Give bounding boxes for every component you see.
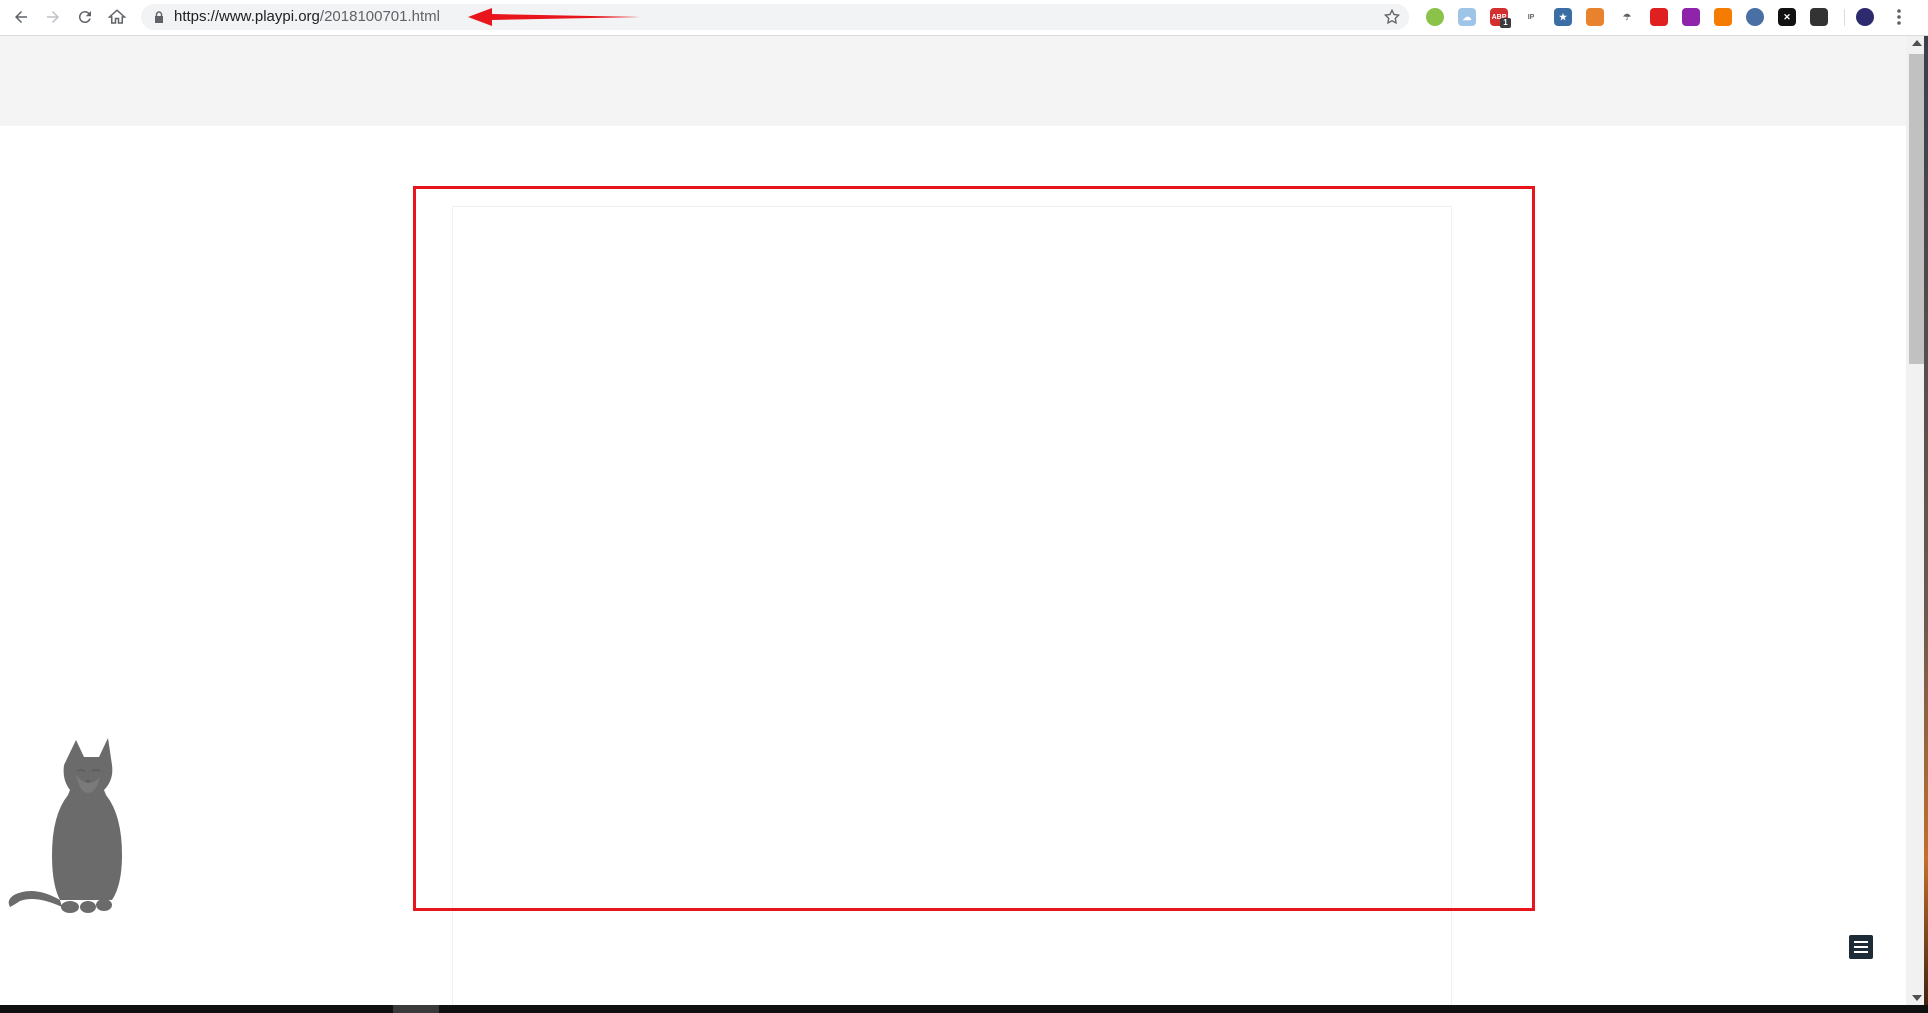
- x-extension-icon[interactable]: ✕: [1778, 8, 1796, 26]
- green-circle-extension-icon[interactable]: [1426, 8, 1444, 26]
- home-button[interactable]: [104, 4, 130, 30]
- home-icon: [108, 9, 126, 24]
- red-no-extension-icon[interactable]: [1650, 8, 1668, 26]
- menu-line-icon: [1854, 946, 1868, 948]
- annotation-highlight-box: [413, 186, 1535, 911]
- floating-menu-button[interactable]: [1849, 935, 1873, 959]
- menu-line-icon: [1854, 951, 1868, 953]
- cloud-extension-icon[interactable]: ☁: [1458, 8, 1476, 26]
- scroll-up-arrow-icon[interactable]: [1912, 40, 1922, 46]
- reload-icon: [78, 11, 91, 24]
- scroll-thumb[interactable]: [1909, 54, 1924, 364]
- more-menu-icon[interactable]: [1892, 7, 1906, 27]
- desktop-background-edge: [1924, 36, 1928, 1005]
- back-button[interactable]: [8, 4, 34, 30]
- scroll-down-arrow-icon[interactable]: [1912, 995, 1922, 1001]
- extension-badge-count: 1: [1500, 18, 1511, 28]
- reload-button[interactable]: [72, 4, 98, 30]
- url-host: https://www.playpi.org: [174, 8, 320, 25]
- bookmark-star-extension-icon[interactable]: ★: [1554, 8, 1572, 26]
- browser-toolbar: https://www.playpi.org/2018100701.html ☁…: [0, 0, 1928, 36]
- aperture-extension-icon[interactable]: [1810, 8, 1828, 26]
- ip-lookup-extension-icon[interactable]: IP: [1522, 8, 1540, 26]
- forward-button[interactable]: [40, 4, 66, 30]
- toolbar-divider: [1844, 9, 1845, 26]
- blue-circle-extension-icon[interactable]: [1746, 8, 1764, 26]
- taskbar-active-item[interactable]: [393, 1005, 439, 1013]
- menu-line-icon: [1854, 941, 1868, 943]
- fox-extension-icon[interactable]: [1586, 8, 1604, 26]
- profile-avatar-icon[interactable]: [1856, 8, 1874, 26]
- cat-mascot-icon[interactable]: [4, 735, 144, 925]
- url-path: /2018100701.html: [319, 8, 441, 25]
- purple-extension-icon[interactable]: [1682, 8, 1700, 26]
- os-taskbar: [0, 1005, 1928, 1013]
- address-bar[interactable]: https://www.playpi.org/2018100701.html: [141, 4, 1409, 30]
- annotation-arrow-icon: [468, 8, 640, 26]
- adblock-extension-icon[interactable]: ABP 1: [1490, 8, 1511, 28]
- url-text[interactable]: https://www.playpi.org/2018100701.html: [174, 8, 440, 26]
- arrow-left-icon: [15, 11, 27, 23]
- site-header: [0, 36, 1906, 126]
- lock-icon: [155, 11, 163, 23]
- umbrella-extension-icon[interactable]: ☂: [1618, 8, 1636, 26]
- bookmark-star-icon[interactable]: [1383, 8, 1401, 26]
- arrow-right-icon: [47, 11, 59, 23]
- weibo-extension-icon[interactable]: [1714, 8, 1732, 26]
